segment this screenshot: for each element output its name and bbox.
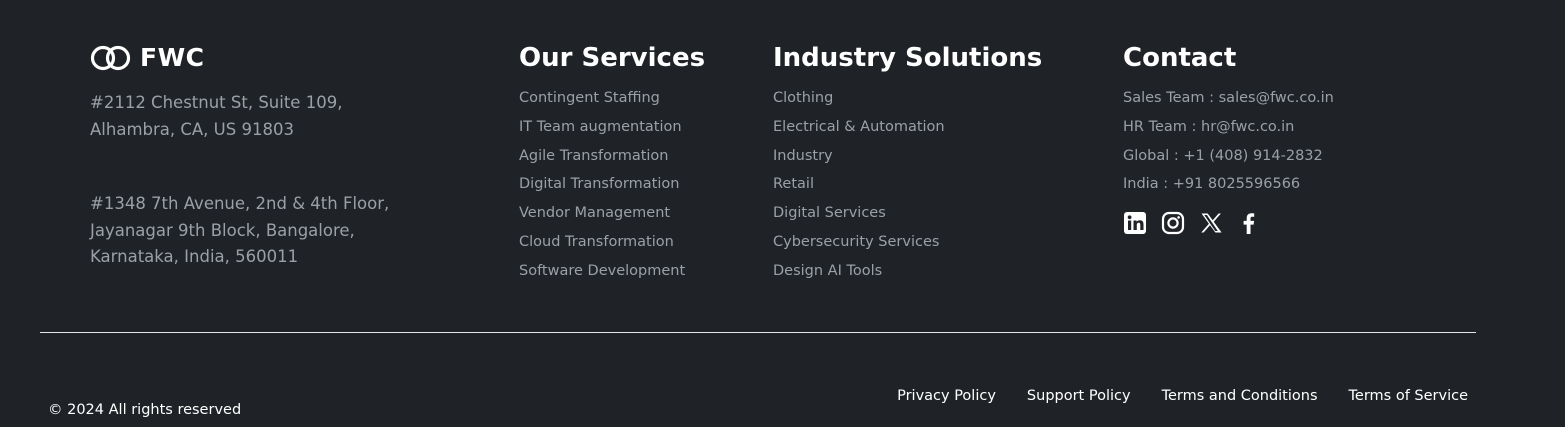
site-footer: FWC #2112 Chestnut St, Suite 109, Alhamb…	[0, 0, 1565, 427]
terms-and-conditions-link[interactable]: Terms and Conditions	[1162, 388, 1318, 404]
service-link-digital-transformation[interactable]: Digital Transformation	[519, 170, 705, 199]
address-line: Jayanagar 9th Block, Bangalore,	[90, 220, 355, 240]
contact-global-phone[interactable]: Global : +1 (408) 914-2832	[1123, 142, 1334, 171]
brand-logo[interactable]: FWC	[90, 44, 205, 72]
service-link-cloud-transformation[interactable]: Cloud Transformation	[519, 228, 705, 257]
x-icon[interactable]	[1199, 211, 1223, 235]
legal-links: Privacy Policy Support Policy Terms and …	[897, 388, 1468, 404]
support-policy-link[interactable]: Support Policy	[1027, 388, 1131, 404]
facebook-icon[interactable]	[1237, 211, 1261, 235]
industry-column: Industry Solutions Clothing Electrical &…	[773, 40, 1042, 286]
contact-sales-email[interactable]: Sales Team : sales@fwc.co.in	[1123, 84, 1334, 113]
contact-india-phone[interactable]: India : +91 8025596566	[1123, 170, 1334, 199]
services-column: Our Services Contingent Staffing IT Team…	[519, 40, 705, 286]
contact-heading: Contact	[1123, 43, 1237, 73]
address-india: #1348 7th Avenue, 2nd & 4th Floor, Jayan…	[90, 191, 450, 271]
address-us: #2112 Chestnut St, Suite 109, Alhambra, …	[90, 90, 450, 143]
industry-link-electrical-automation[interactable]: Electrical & Automation	[773, 113, 1042, 142]
footer-divider	[40, 332, 1476, 333]
fwc-logo-icon	[90, 45, 131, 71]
service-link-agile-transformation[interactable]: Agile Transformation	[519, 142, 705, 171]
industry-link-industry[interactable]: Industry	[773, 142, 1042, 171]
copyright-text: © 2024 All rights reserved	[48, 402, 242, 418]
social-links	[1123, 211, 1334, 235]
service-link-it-team-augmentation[interactable]: IT Team augmentation	[519, 113, 705, 142]
address-line: Alhambra, CA, US 91803	[90, 119, 294, 139]
contact-column: Contact Sales Team : sales@fwc.co.in HR …	[1123, 40, 1334, 235]
address-line: #1348 7th Avenue, 2nd & 4th Floor,	[90, 194, 390, 213]
industry-link-cybersecurity-services[interactable]: Cybersecurity Services	[773, 228, 1042, 257]
industry-link-digital-services[interactable]: Digital Services	[773, 199, 1042, 228]
industry-link-design-ai-tools[interactable]: Design AI Tools	[773, 257, 1042, 286]
address-line: Karnataka, India, 560011	[90, 247, 299, 266]
service-link-vendor-management[interactable]: Vendor Management	[519, 199, 705, 228]
address-line: #2112 Chestnut St, Suite 109,	[90, 93, 343, 112]
industry-link-clothing[interactable]: Clothing	[773, 84, 1042, 113]
contact-hr-email[interactable]: HR Team : hr@fwc.co.in	[1123, 113, 1334, 142]
terms-of-service-link[interactable]: Terms of Service	[1349, 388, 1468, 404]
services-heading: Our Services	[519, 43, 706, 73]
privacy-policy-link[interactable]: Privacy Policy	[897, 388, 996, 404]
industry-link-retail[interactable]: Retail	[773, 170, 1042, 199]
instagram-icon[interactable]	[1161, 211, 1185, 235]
service-link-contingent-staffing[interactable]: Contingent Staffing	[519, 84, 705, 113]
linkedin-icon[interactable]	[1123, 211, 1147, 235]
industry-heading: Industry Solutions	[773, 43, 1043, 73]
service-link-software-development[interactable]: Software Development	[519, 257, 705, 286]
brand-name: FWC	[140, 43, 205, 72]
